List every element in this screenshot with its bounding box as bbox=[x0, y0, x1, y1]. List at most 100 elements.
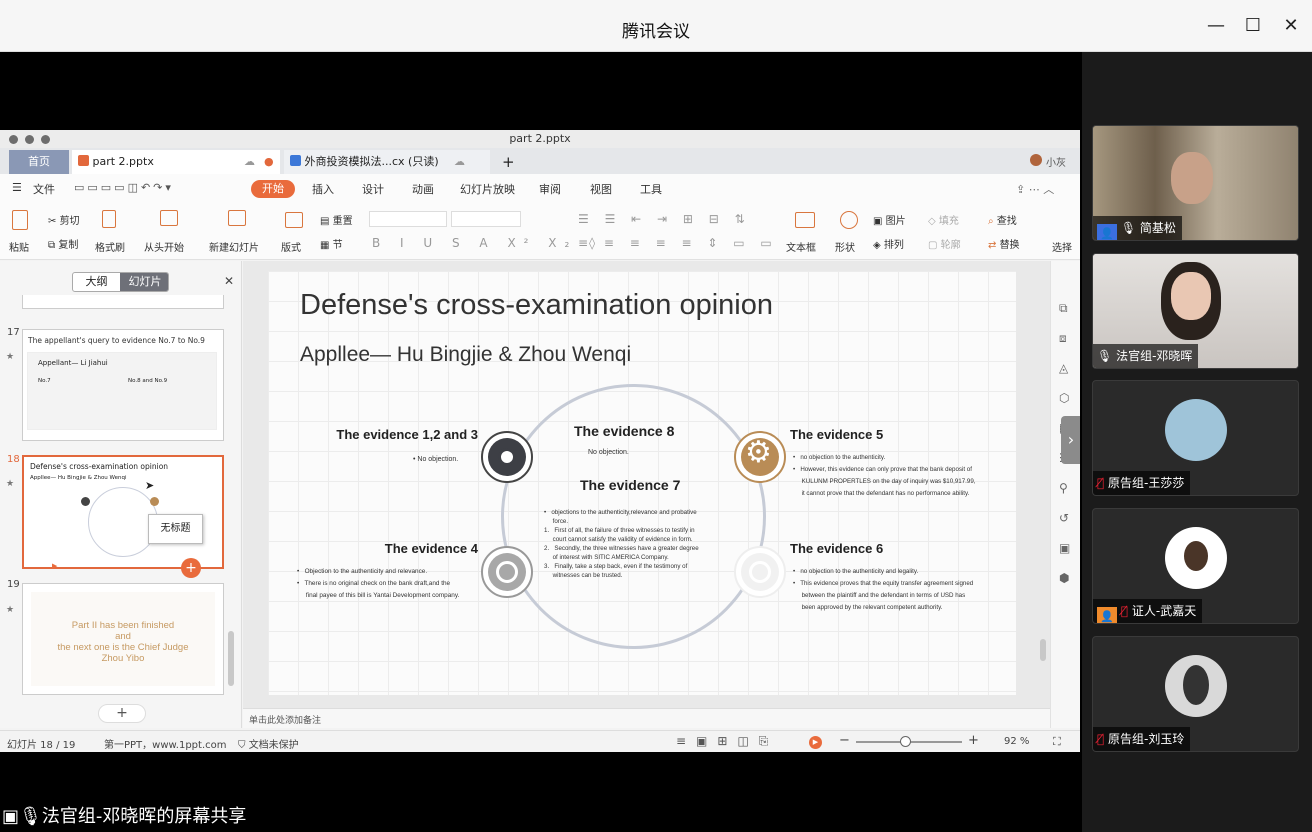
add-after-button[interactable]: + bbox=[181, 558, 201, 578]
paste-icon[interactable] bbox=[12, 210, 32, 232]
select-button[interactable]: 选择 bbox=[1052, 239, 1072, 254]
cut-button[interactable]: ✂ 剪切 bbox=[48, 212, 80, 227]
ribbon-tab-view[interactable]: 视图 bbox=[590, 181, 612, 197]
zoom-out-icon[interactable]: − bbox=[839, 733, 850, 748]
close-panel-icon[interactable]: ✕ bbox=[224, 274, 234, 288]
layout-button[interactable]: 版式 bbox=[281, 239, 301, 254]
avatar bbox=[1165, 527, 1227, 589]
ribbon-tab-tools[interactable]: 工具 bbox=[640, 181, 662, 197]
ribbon-tab-design[interactable]: 设计 bbox=[362, 181, 384, 197]
menu-icon[interactable]: ☰ bbox=[12, 181, 22, 194]
picture-button[interactable]: ▣ 图片 bbox=[873, 212, 906, 227]
maximize-icon[interactable]: ☐ bbox=[1241, 14, 1265, 38]
align-icons[interactable]: ≡ ≡ ≡ ≡ ≡ ⇕ ▭ ▭ bbox=[578, 236, 778, 250]
participant-name: 法官组-邓晓晖 bbox=[1116, 349, 1193, 363]
zoom-handle[interactable] bbox=[900, 736, 911, 747]
share-icon[interactable]: ⇪ ⋯ ︿ bbox=[1016, 181, 1054, 197]
slide-thumb-19[interactable]: Part II has been finished and the next o… bbox=[22, 583, 224, 695]
cloud-icon: ☁ bbox=[244, 155, 255, 168]
section-button[interactable]: ▦ 节 bbox=[320, 236, 343, 251]
add-slide-button[interactable]: + bbox=[98, 704, 146, 723]
file-menu[interactable]: 文件 bbox=[33, 181, 55, 197]
cloud-icon: ☁ bbox=[454, 155, 465, 168]
fill-icon: ◇ bbox=[928, 216, 939, 227]
mic-icon: 🎙 bbox=[1120, 221, 1137, 235]
expand-panel-icon[interactable]: › bbox=[1061, 416, 1080, 464]
globe-icon bbox=[481, 546, 533, 598]
play-slide-icon bbox=[160, 210, 178, 230]
new-tab-button[interactable]: + bbox=[496, 150, 516, 174]
new-slide-button[interactable]: 新建幻灯片 bbox=[209, 239, 259, 254]
participant-tile[interactable]: 🎙 法官组-邓晓晖 bbox=[1092, 253, 1299, 369]
share-label-text: 法官组-邓晓晖的屏幕共享 bbox=[41, 806, 247, 827]
canvas-scrollbar[interactable] bbox=[1040, 639, 1046, 661]
shape-icon bbox=[840, 211, 858, 229]
scissors-icon: ✂ bbox=[48, 216, 60, 227]
mic-icon: 🎙 bbox=[19, 806, 42, 827]
find-icon: ⌕ bbox=[988, 216, 997, 227]
star-icon: ★ bbox=[6, 479, 15, 489]
paste-button[interactable]: 粘贴 bbox=[9, 239, 29, 254]
meeting-title-bar: 腾讯会议 — ☐ ✕ bbox=[0, 0, 1312, 52]
mic-icon: 🎙 bbox=[1097, 349, 1113, 363]
ribbon-tab-insert[interactable]: 插入 bbox=[312, 181, 334, 197]
ribbon-tab-animation[interactable]: 动画 bbox=[412, 181, 434, 197]
participant-tile[interactable]: 👤 🎙̸ 证人-武嘉天 bbox=[1092, 508, 1299, 624]
host-icon: 👤 bbox=[1097, 224, 1117, 240]
participant-tile[interactable]: 👤 🎙 简基松 bbox=[1092, 125, 1299, 241]
outline-button[interactable]: ▢ 轮廓 bbox=[928, 236, 961, 251]
screen-share-icon: ▣ bbox=[2, 806, 20, 827]
tab-doc-label: 外商投资模拟法...cx (只读) bbox=[304, 155, 439, 168]
play-icon[interactable]: ▶ bbox=[809, 736, 822, 749]
replace-button[interactable]: ⇄ 替换 bbox=[988, 236, 1020, 251]
notes-placeholder: 单击此处添加备注 bbox=[249, 716, 322, 726]
format-painter-button[interactable]: 格式刷 bbox=[95, 239, 125, 254]
arrange-button[interactable]: ◈ 排列 bbox=[873, 236, 904, 251]
shared-screen: part 2.pptx 首页 part 2.pptx ☁ ● 外商投资模拟法..… bbox=[0, 130, 1080, 752]
reset-button[interactable]: ▤ 重置 bbox=[320, 212, 353, 227]
scrollbar[interactable] bbox=[228, 631, 234, 686]
participant-tile[interactable]: 🎙̸ 原告组-刘玉玲 bbox=[1092, 636, 1299, 752]
tab-outline[interactable]: 大纲 bbox=[73, 273, 120, 291]
fit-icon[interactable]: ⛶ bbox=[1053, 735, 1061, 749]
close-icon[interactable]: ✕ bbox=[1279, 14, 1303, 38]
tab-doc[interactable]: 外商投资模拟法...cx (只读) ☁ bbox=[284, 150, 490, 174]
notes-pane[interactable]: 单击此处添加备注 bbox=[243, 708, 1050, 728]
font-name-select[interactable] bbox=[369, 211, 447, 227]
zoom-in-icon[interactable]: + bbox=[968, 733, 979, 748]
tab-home[interactable]: 首页 bbox=[9, 150, 69, 174]
participant-name-bar: 🎙̸ 原告组-王莎莎 bbox=[1093, 471, 1191, 495]
thumb-subtitle: Appellant— Li Jiahui bbox=[38, 359, 108, 367]
text-format-icons[interactable]: B I U S A X² X₂ ◊ bbox=[372, 236, 603, 250]
quick-access-icons[interactable]: ▭▭▭▭◫↶↷▾ bbox=[74, 181, 174, 194]
ribbon-tab-start[interactable]: 开始 bbox=[251, 180, 295, 198]
mic-muted-icon: 🎙̸ bbox=[1097, 476, 1105, 490]
textbox-button[interactable]: 文本框 bbox=[786, 239, 816, 254]
participant-tile[interactable]: 🎙̸ 原告组-王莎莎 bbox=[1092, 380, 1299, 496]
font-size-select[interactable] bbox=[451, 211, 521, 227]
fill-button[interactable]: ◇ 填充 bbox=[928, 212, 959, 227]
slide-thumb-18[interactable]: Defense's cross-examination opinion Appl… bbox=[22, 455, 224, 569]
evidence-6-body: • no objection to the authenticity and l… bbox=[793, 568, 974, 611]
minimize-icon[interactable]: — bbox=[1204, 14, 1228, 38]
from-start-button[interactable]: 从头开始 bbox=[144, 239, 184, 254]
shape-button[interactable]: 形状 bbox=[835, 239, 855, 254]
user-avatar[interactable] bbox=[1030, 154, 1042, 166]
textbox-icon bbox=[795, 212, 815, 232]
tooltip: 无标题 bbox=[148, 514, 203, 544]
ribbon-tab-slideshow[interactable]: 幻灯片放映 bbox=[460, 181, 515, 197]
slide-thumb-16[interactable] bbox=[22, 295, 224, 309]
ribbon-tab-review[interactable]: 审阅 bbox=[539, 181, 561, 197]
view-mode-icons[interactable]: ≡▣⊞◫⎘ bbox=[676, 734, 778, 749]
tab-slides[interactable]: 幻灯片 bbox=[120, 273, 168, 291]
copy-button[interactable]: ⧉ 复制 bbox=[48, 236, 78, 251]
section-icon: ▦ bbox=[320, 240, 333, 251]
participant-name: 原告组-王莎莎 bbox=[1108, 476, 1185, 490]
thumb-title: The appellant's query to evidence No.7 t… bbox=[28, 336, 205, 345]
play-icon[interactable]: ▶ bbox=[52, 562, 57, 570]
tab-pptx[interactable]: part 2.pptx ☁ ● bbox=[72, 150, 280, 174]
protect-status[interactable]: ⛉ 文档未保护 bbox=[238, 736, 299, 751]
slide-thumb-17[interactable]: The appellant's query to evidence No.7 t… bbox=[22, 329, 224, 441]
find-button[interactable]: ⌕ 查找 bbox=[988, 212, 1017, 227]
paragraph-icons[interactable]: ☰ ☰ ⇤ ⇥ ⊞ ⊟ ⇅ bbox=[578, 212, 751, 226]
